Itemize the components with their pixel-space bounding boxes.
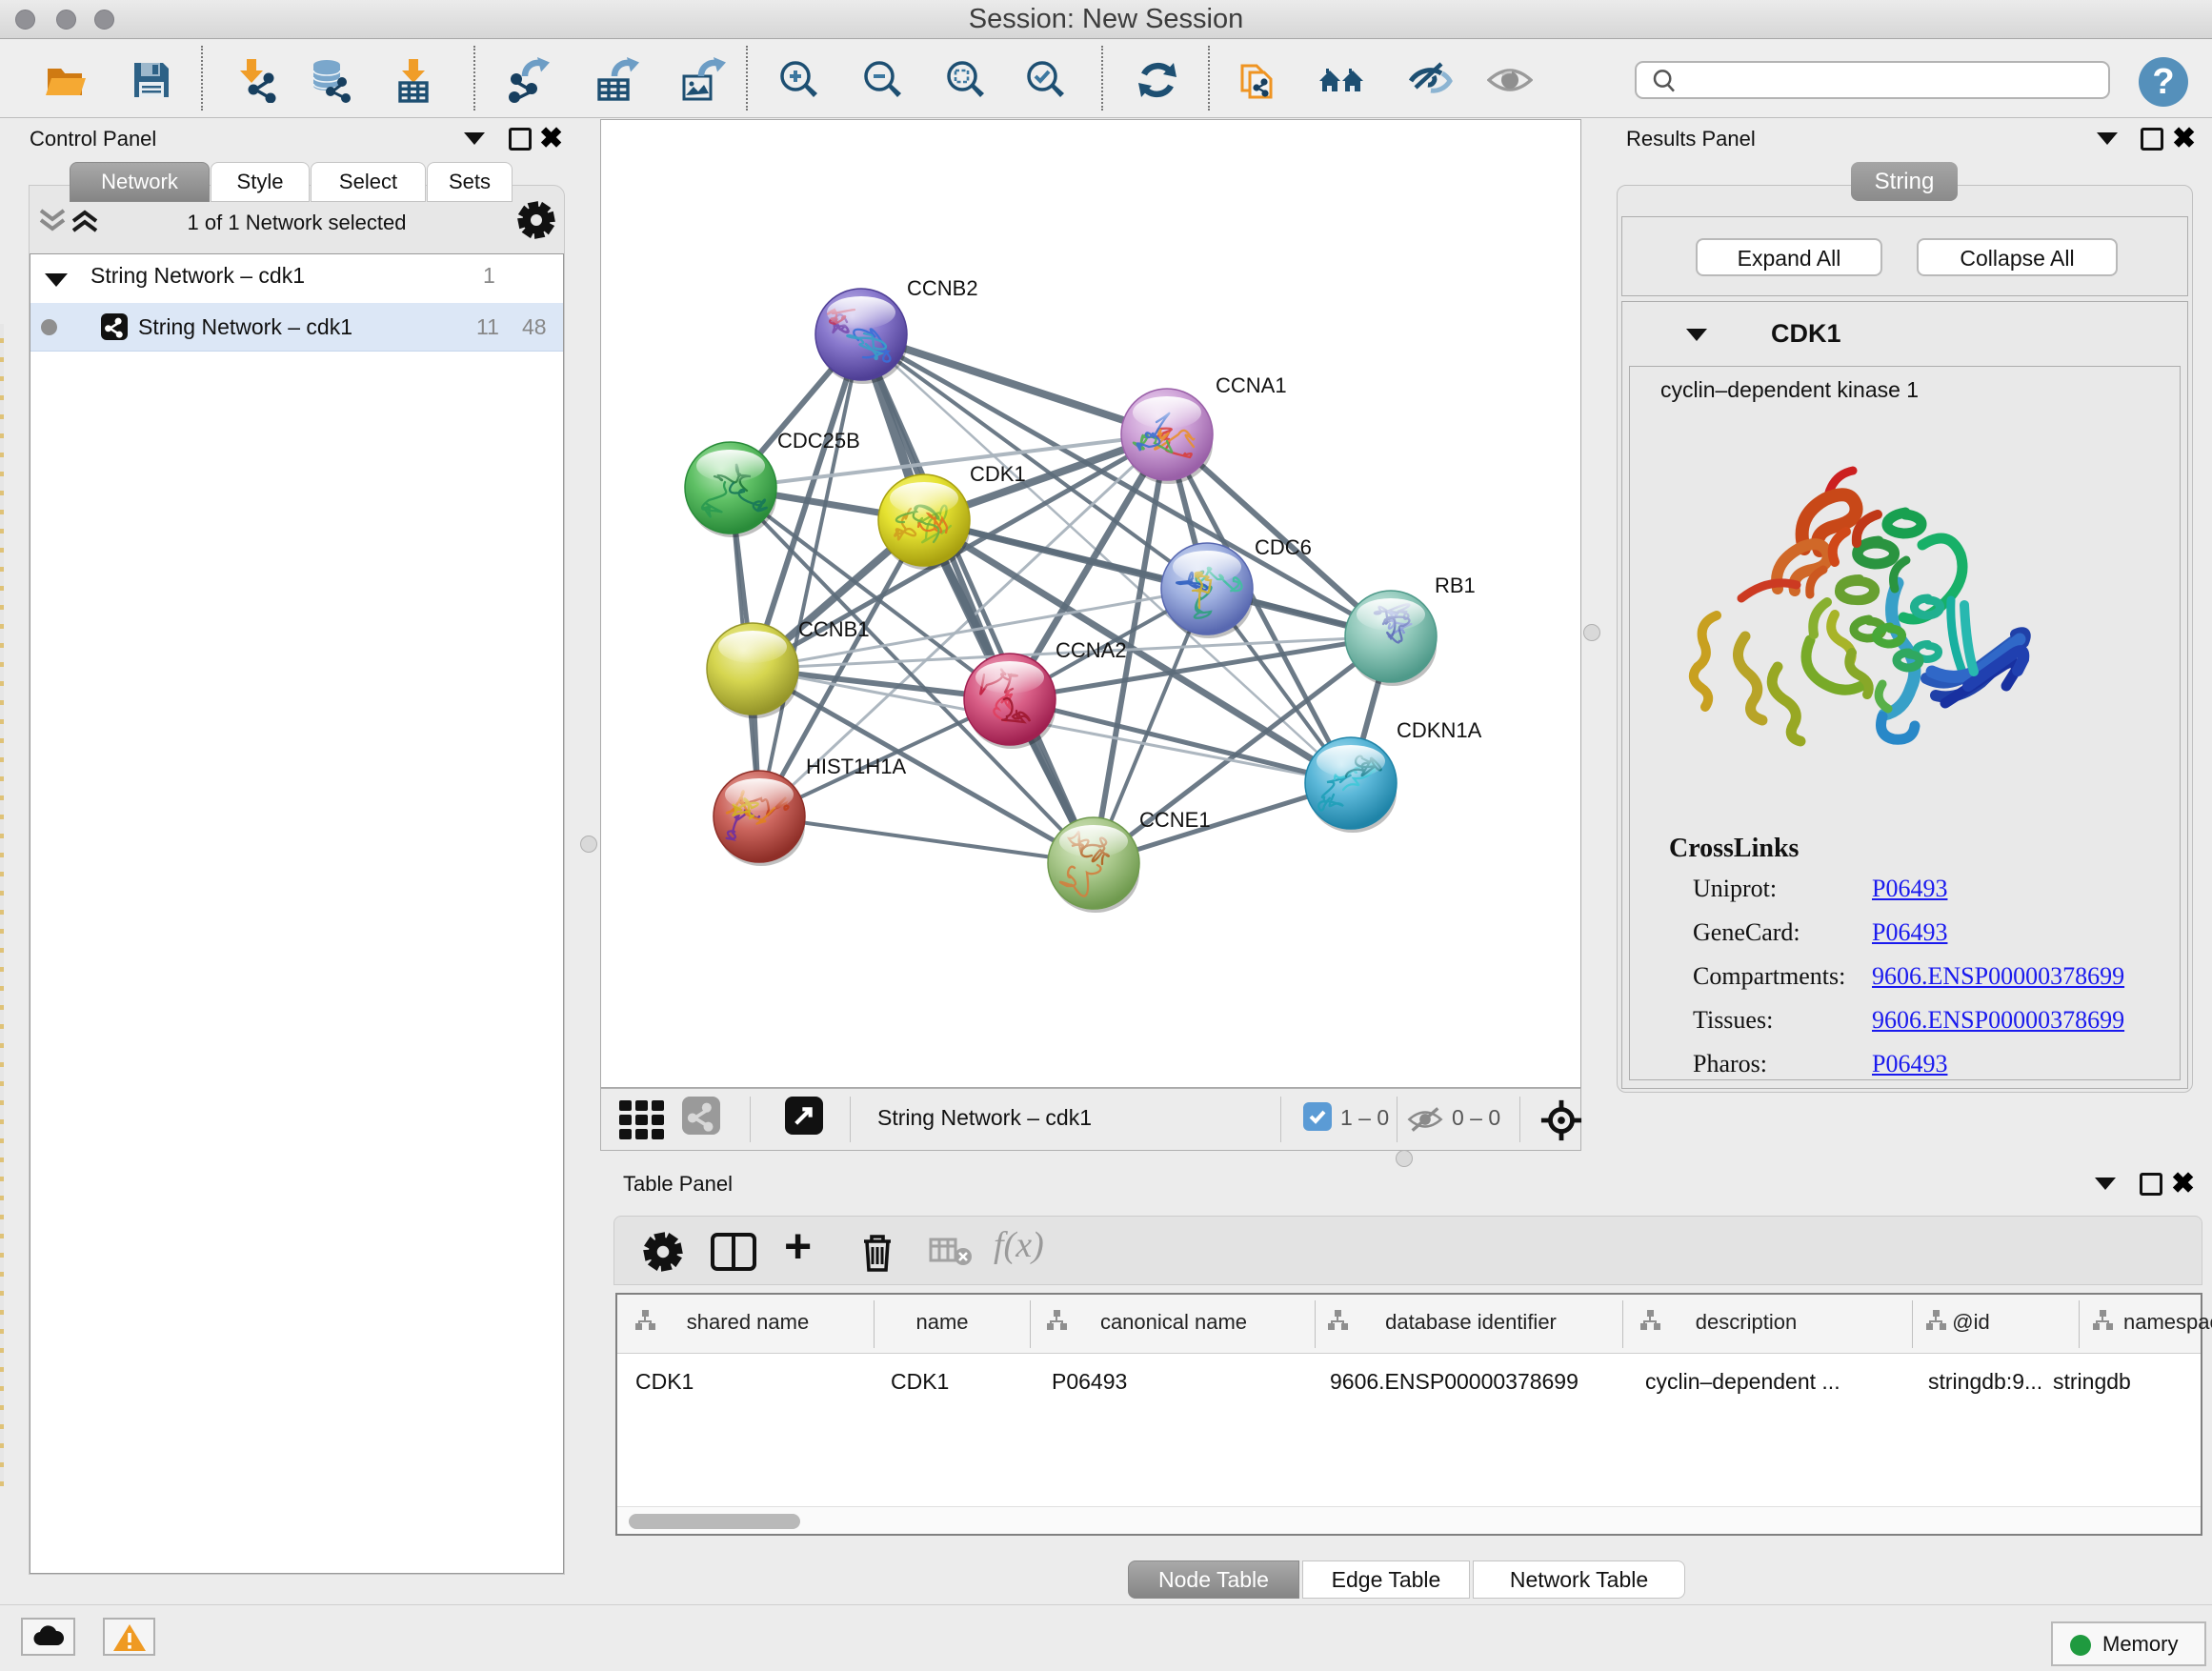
svg-text:CCNA2: CCNA2 — [1056, 638, 1127, 662]
svg-text:CDC25B: CDC25B — [777, 429, 860, 453]
svg-text:CCNA1: CCNA1 — [1216, 373, 1287, 397]
svg-text:CDC6: CDC6 — [1255, 535, 1312, 559]
svg-text:CCNB2: CCNB2 — [907, 276, 978, 300]
svg-text:CDK1: CDK1 — [970, 462, 1026, 486]
svg-text:CDKN1A: CDKN1A — [1397, 718, 1482, 742]
svg-text:HIST1H1A: HIST1H1A — [806, 755, 906, 778]
svg-text:RB1: RB1 — [1435, 574, 1476, 597]
svg-text:CCNB1: CCNB1 — [798, 617, 870, 641]
svg-text:CCNE1: CCNE1 — [1139, 808, 1211, 832]
